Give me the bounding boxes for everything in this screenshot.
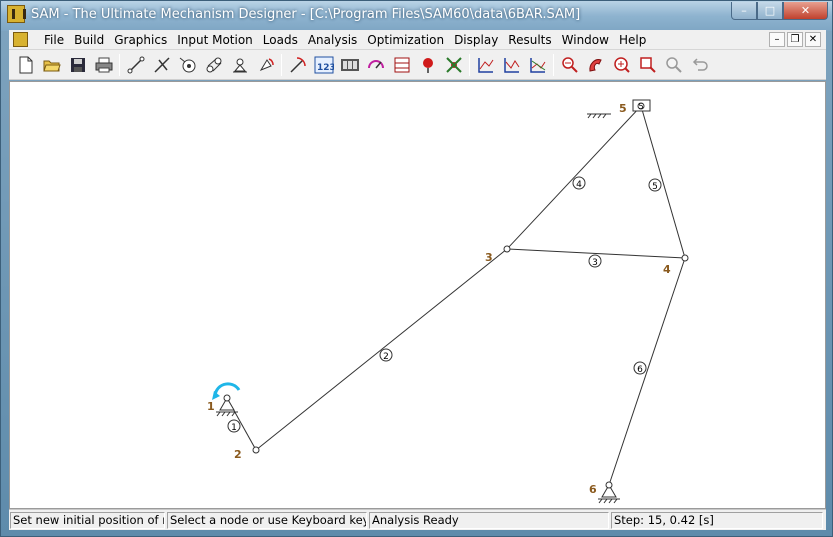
node-label-5: 5	[619, 102, 627, 115]
toolbar-separator	[281, 54, 282, 76]
node-label-3: 3	[485, 251, 493, 264]
zoom-previous-icon[interactable]	[663, 54, 685, 76]
link-2[interactable]	[255, 248, 508, 451]
menu-build[interactable]: Build	[69, 32, 109, 48]
node-4[interactable]	[681, 254, 689, 262]
element-badge-4-label: 4	[576, 180, 582, 190]
close-button[interactable]: ✕	[783, 2, 828, 20]
chart-xy-icon[interactable]	[475, 54, 497, 76]
link-5[interactable]	[640, 105, 686, 259]
beam-element-icon[interactable]	[125, 54, 147, 76]
undo-icon[interactable]	[689, 54, 711, 76]
menu-window[interactable]: Window	[557, 32, 614, 48]
sam-app-icon[interactable]	[7, 5, 26, 23]
status-hint: Set new initial position of m	[10, 512, 165, 529]
svg-text:123: 123	[317, 63, 334, 73]
status-step-time: Step: 15, 0.42 [s]	[611, 512, 823, 529]
element-badge-3-label: 3	[592, 258, 598, 268]
animation-icon[interactable]	[339, 54, 361, 76]
link-4[interactable]	[506, 105, 642, 250]
element-badge-1-label: 1	[231, 423, 237, 433]
analysis-run-icon[interactable]	[287, 54, 309, 76]
element-badge-5[interactable]: 5	[648, 178, 662, 192]
element-badge-3[interactable]: 3	[588, 254, 602, 268]
menu-input-motion[interactable]: Input Motion	[172, 32, 258, 48]
element-badge-6-label: 6	[637, 365, 643, 375]
slider-element-icon[interactable]	[151, 54, 173, 76]
menu-help[interactable]: Help	[614, 32, 651, 48]
zoom-in-icon[interactable]	[585, 54, 607, 76]
zoom-window-icon[interactable]	[637, 54, 659, 76]
element-badge-5-slider: 5	[638, 102, 643, 111]
window-title: SAM - The Ultimate Mechanism Designer - …	[31, 7, 581, 22]
element-badge-1[interactable]: 1	[227, 419, 241, 433]
title-bar[interactable]: SAM - The Ultimate Mechanism Designer - …	[1, 1, 832, 31]
menu-loads[interactable]: Loads	[258, 32, 303, 48]
node-6[interactable]	[605, 481, 613, 489]
mdi-close-button[interactable]: ✕	[805, 32, 821, 47]
node-label-1: 1	[207, 400, 215, 413]
zoom-out-icon[interactable]	[559, 54, 581, 76]
menu-graphics[interactable]: Graphics	[109, 32, 172, 48]
status-analysis: Analysis Ready	[369, 512, 609, 529]
mdi-minimize-button[interactable]: –	[769, 32, 785, 47]
gear-element-icon[interactable]	[177, 54, 199, 76]
loads-icon[interactable]	[391, 54, 413, 76]
menu-results[interactable]: Results	[503, 32, 556, 48]
element-badge-4[interactable]: 4	[572, 176, 586, 190]
element-badge-2[interactable]: 2	[379, 348, 393, 362]
input-motion-icon[interactable]	[255, 54, 277, 76]
mechanism-drawing[interactable]: 1 2 3 4 5 6 5	[10, 82, 825, 508]
slider-badge-label: 5	[638, 102, 643, 111]
element-badge-5-label: 5	[652, 182, 658, 192]
toolbar: 123	[9, 50, 826, 80]
document-icon[interactable]	[13, 32, 28, 47]
open-folder-icon[interactable]	[41, 54, 63, 76]
toolbar-separator	[469, 54, 470, 76]
belt-element-icon[interactable]	[203, 54, 225, 76]
menu-bar: File Build Graphics Input Motion Loads A…	[9, 30, 826, 50]
node-label-4: 4	[663, 263, 671, 276]
graph-icon[interactable]	[443, 54, 465, 76]
optimization-icon[interactable]	[365, 54, 387, 76]
node-1[interactable]	[223, 394, 231, 402]
element-badge-2-label: 2	[383, 352, 389, 362]
node-3[interactable]	[503, 245, 511, 253]
status-bar: Set new initial position of m Select a n…	[9, 509, 826, 530]
node-label-2: 2	[234, 448, 242, 461]
node-2[interactable]	[252, 446, 260, 454]
print-icon[interactable]	[93, 54, 115, 76]
maximize-button[interactable]: □	[757, 2, 783, 20]
new-file-icon[interactable]	[15, 54, 37, 76]
force-icon[interactable]	[417, 54, 439, 76]
status-instruction: Select a node or use Keyboard keys	[167, 512, 367, 529]
menu-display[interactable]: Display	[449, 32, 503, 48]
chart-xy3-icon[interactable]	[527, 54, 549, 76]
save-disk-icon[interactable]	[67, 54, 89, 76]
chart-xy2-icon[interactable]	[501, 54, 523, 76]
link-6[interactable]	[608, 257, 686, 486]
toolbar-separator	[119, 54, 120, 76]
node-label-6: 6	[589, 483, 597, 496]
toolbar-separator	[553, 54, 554, 76]
results-table-icon[interactable]: 123	[313, 54, 335, 76]
mechanism-canvas[interactable]: 1 2 3 4 5 6 5 1 2 3 4 5 6	[9, 81, 826, 509]
app-window: SAM - The Ultimate Mechanism Designer - …	[0, 0, 833, 537]
menu-file[interactable]: File	[39, 32, 69, 48]
zoom-fit-icon[interactable]	[611, 54, 633, 76]
menu-optimization[interactable]: Optimization	[362, 32, 449, 48]
minimize-button[interactable]: –	[731, 2, 757, 20]
mdi-restore-button[interactable]: ❐	[787, 32, 803, 47]
menu-analysis[interactable]: Analysis	[303, 32, 362, 48]
fixed-support-icon[interactable]	[229, 54, 251, 76]
element-badge-6[interactable]: 6	[633, 361, 647, 375]
